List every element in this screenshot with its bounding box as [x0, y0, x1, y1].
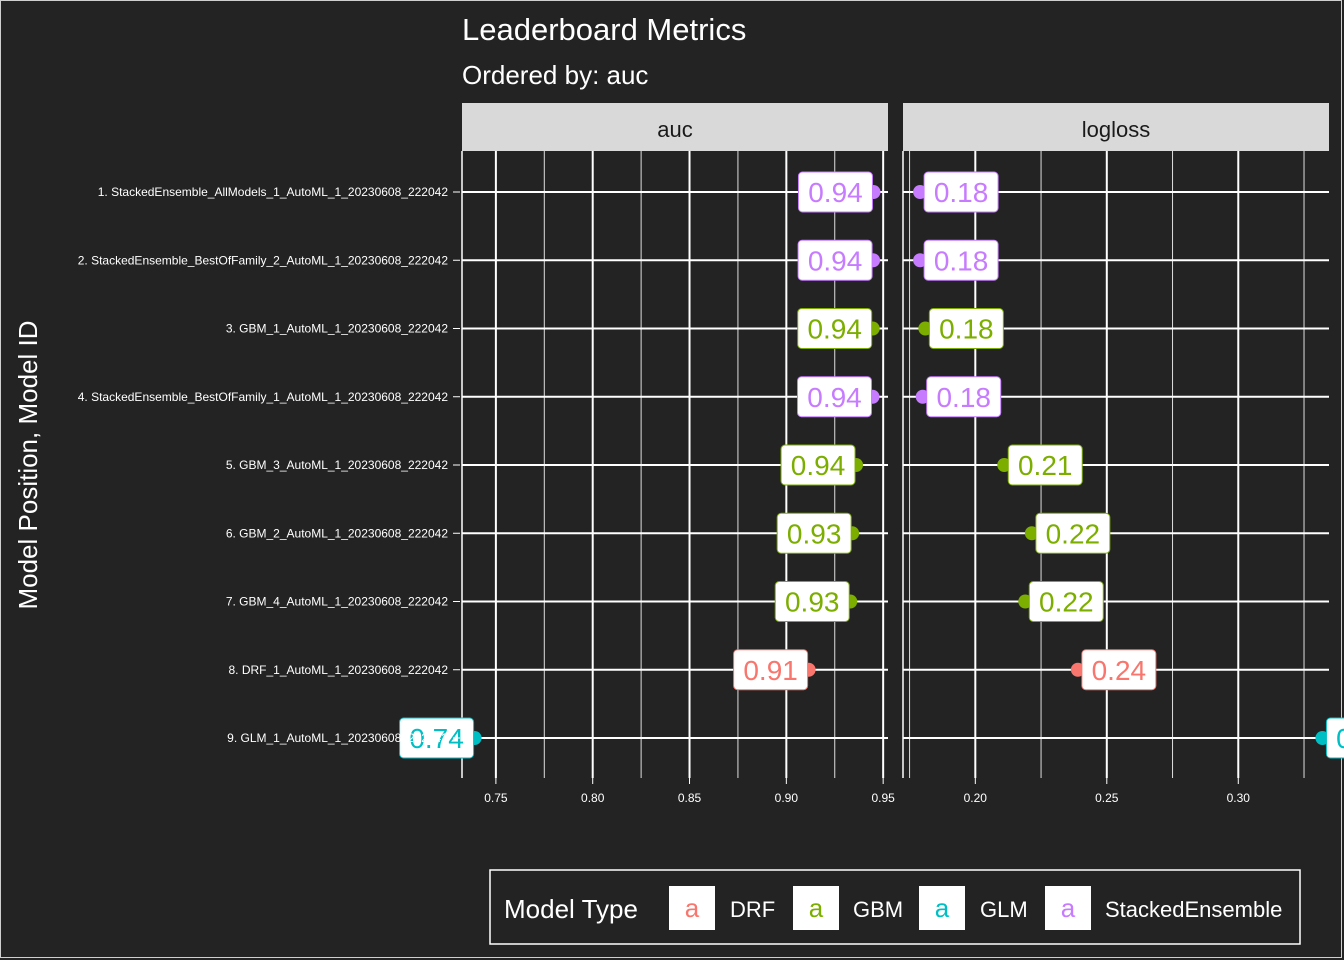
- value-label: 0.22: [1039, 587, 1094, 618]
- value-label: 0.24: [1092, 655, 1147, 686]
- value-label: 0.93: [785, 587, 840, 618]
- facet-strip-label: logloss: [1082, 117, 1150, 142]
- chart-subtitle: Ordered by: auc: [462, 60, 648, 90]
- row-labels: 1. StackedEnsemble_AllModels_1_AutoML_1_…: [78, 185, 460, 745]
- legend-entries: a DRF a GBM a GLM a StackedEnsemble: [669, 886, 1282, 930]
- row-label: 7. GBM_4_AutoML_1_20230608_222042: [226, 595, 449, 609]
- row-label: 9. GLM_1_AutoML_1_20230608_222042: [227, 731, 448, 745]
- value-label: 0.91: [743, 655, 798, 686]
- value-label: 0.93: [787, 518, 842, 549]
- legend-title: Model Type: [504, 894, 638, 924]
- legend-key-glyph: a: [1061, 893, 1076, 923]
- value-label: 0.18: [934, 177, 989, 208]
- x-tick-label: 0.30: [1227, 791, 1251, 805]
- panels: auc 0.75 0.80 0.85 0.90 0.95 0.94 0.94 0.94 0.94 0…: [399, 103, 1344, 805]
- row-label: 6. GBM_2_AutoML_1_20230608_222042: [226, 526, 449, 540]
- row-label: 2. StackedEnsemble_BestOfFamily_2_AutoML…: [78, 253, 449, 267]
- x-tick-label: 0.80: [581, 791, 605, 805]
- value-label: 0.21: [1018, 450, 1073, 481]
- value-label: 0.22: [1046, 518, 1101, 549]
- value-label: 0.18: [939, 314, 994, 345]
- row-label: 1. StackedEnsemble_AllModels_1_AutoML_1_…: [98, 185, 449, 199]
- legend-entry-label: StackedEnsemble: [1105, 897, 1282, 922]
- row-label: 3. GBM_1_AutoML_1_20230608_222042: [226, 322, 449, 336]
- value-label: 0.94: [808, 245, 863, 276]
- panel-auc: auc 0.75 0.80 0.85 0.90 0.95 0.94 0.94 0.94 0.94 0…: [399, 103, 895, 805]
- x-tick-label: 0.25: [1095, 791, 1119, 805]
- leaderboard-chart: Leaderboard Metrics Ordered by: auc Mode…: [13, 12, 1344, 945]
- panel-logloss: logloss 0.20 0.25 0.30 0.18 0.18 0.18 0.18 0.21 0…: [902, 103, 1344, 805]
- x-tick-label: 0.85: [678, 791, 702, 805]
- legend: Model Type a DRF a GBM a GLM a StackedEnsemble: [489, 869, 1301, 945]
- value-label: 0.94: [807, 314, 862, 345]
- value-label: 0.94: [791, 450, 846, 481]
- value-label: 0.18: [934, 245, 989, 276]
- x-tick-label: 0.90: [775, 791, 799, 805]
- row-label: 8. DRF_1_AutoML_1_20230608_222042: [228, 663, 448, 677]
- value-label: 0.33: [1336, 723, 1344, 754]
- x-tick-label: 0.95: [871, 791, 895, 805]
- legend-key-glyph: a: [935, 893, 950, 923]
- legend-key-glyph: a: [809, 893, 824, 923]
- row-label: 4. StackedEnsemble_BestOfFamily_1_AutoML…: [78, 390, 449, 404]
- chart-title: Leaderboard Metrics: [462, 12, 746, 47]
- value-label: 0.94: [808, 177, 863, 208]
- legend-entry-label: GBM: [853, 897, 903, 922]
- value-label: 0.94: [807, 382, 862, 413]
- facet-strip-label: auc: [657, 117, 692, 142]
- x-tick-label: 0.20: [964, 791, 988, 805]
- legend-entry-label: DRF: [730, 897, 775, 922]
- row-label: 5. GBM_3_AutoML_1_20230608_222042: [226, 458, 449, 472]
- x-tick-label: 0.75: [484, 791, 508, 805]
- y-axis-label: Model Position, Model ID: [13, 320, 43, 609]
- legend-entry-label: GLM: [980, 897, 1028, 922]
- legend-key-glyph: a: [685, 893, 700, 923]
- value-label: 0.18: [936, 382, 991, 413]
